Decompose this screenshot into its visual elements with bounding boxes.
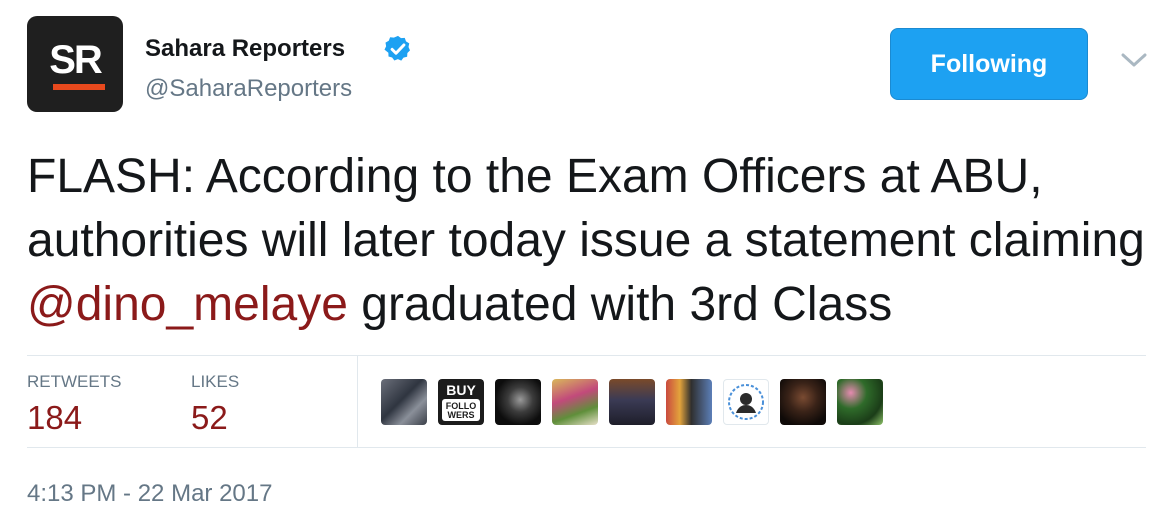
- likes-label[interactable]: LIKES: [191, 372, 239, 392]
- liker-avatar[interactable]: [609, 379, 655, 425]
- liker-avatar[interactable]: BUY FOLLO WERS: [438, 379, 484, 425]
- tweet-timestamp[interactable]: 4:13 PM - 22 Mar 2017: [27, 480, 272, 508]
- liker-avatar[interactable]: [837, 379, 883, 425]
- divider-stats: [357, 355, 358, 447]
- verified-badge-icon: [384, 35, 410, 61]
- following-button[interactable]: Following: [890, 28, 1088, 100]
- author-name[interactable]: Sahara Reporters: [145, 34, 345, 64]
- liker-avatar[interactable]: [495, 379, 541, 425]
- avatar-logo-bar: [53, 84, 105, 90]
- tweet-text-before: FLASH: According to the Exam Officers at…: [27, 150, 1145, 267]
- author-handle[interactable]: @SaharaReporters: [145, 74, 352, 104]
- liker-avatar[interactable]: [723, 379, 769, 425]
- buy-followers-logo-icon: BUY FOLLO WERS: [439, 380, 483, 424]
- liker-avatar[interactable]: [381, 379, 427, 425]
- divider-bottom: [27, 447, 1146, 448]
- divider-top: [27, 355, 1146, 356]
- tweet-text-after: graduated with 3rd Class: [347, 278, 893, 331]
- liker-avatar[interactable]: [666, 379, 712, 425]
- mention-link[interactable]: @dino_melaye: [27, 278, 348, 331]
- retweets-count[interactable]: 184: [27, 398, 82, 438]
- chevron-down-icon[interactable]: [1119, 50, 1149, 70]
- avatar[interactable]: SR: [27, 16, 123, 112]
- likes-count[interactable]: 52: [191, 398, 228, 438]
- svg-text:WERS: WERS: [448, 410, 475, 420]
- liker-avatar[interactable]: [552, 379, 598, 425]
- svg-text:BUY: BUY: [446, 382, 476, 398]
- tweet-text: FLASH: According to the Exam Officers at…: [27, 145, 1147, 337]
- avatar-logo-text: SR: [49, 38, 103, 82]
- badge-avatar-icon: [728, 384, 764, 420]
- liker-avatar[interactable]: [780, 379, 826, 425]
- retweets-label[interactable]: RETWEETS: [27, 372, 121, 392]
